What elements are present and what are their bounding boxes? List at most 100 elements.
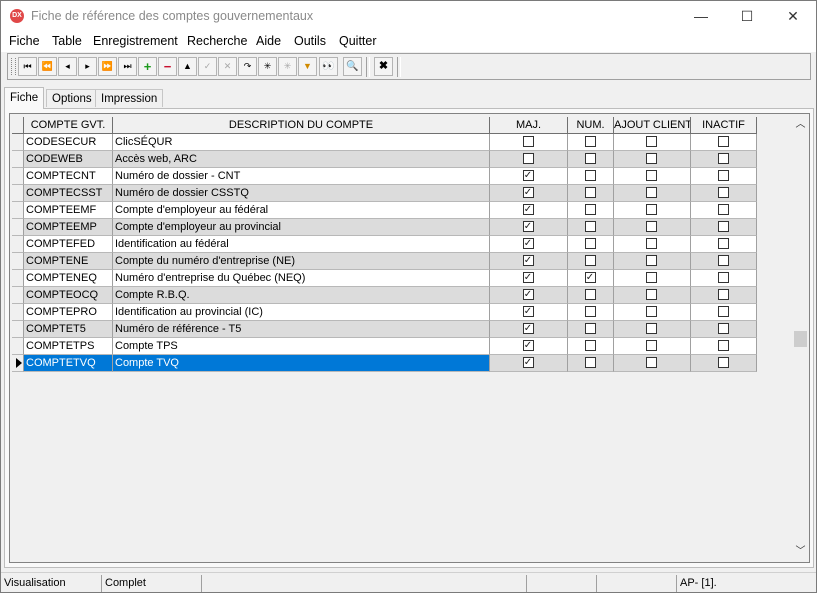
minimize-button[interactable]: — xyxy=(678,1,724,32)
inactif-checkbox[interactable] xyxy=(717,170,729,181)
last-record-icon[interactable]: ⏭ xyxy=(118,57,137,76)
search-icon[interactable]: 🔍 xyxy=(343,57,362,76)
scroll-thumb[interactable] xyxy=(794,331,807,347)
inactif-checkbox[interactable] xyxy=(717,272,729,283)
row-indicator[interactable] xyxy=(12,134,24,151)
cell-compte[interactable]: COMPTENEQ xyxy=(24,270,113,287)
num-checkbox[interactable] xyxy=(584,204,596,215)
num-checkbox[interactable] xyxy=(584,170,596,181)
row-indicator[interactable] xyxy=(12,253,24,270)
cell-compte[interactable]: COMPTEPRO xyxy=(24,304,113,321)
ajout-client-checkbox[interactable] xyxy=(646,323,657,334)
cell-compte[interactable]: COMPTECNT xyxy=(24,168,113,185)
num-checkbox[interactable] xyxy=(584,136,596,147)
num-checkbox[interactable] xyxy=(584,323,596,334)
num-checkbox[interactable]: ✓ xyxy=(584,272,596,283)
cell-description[interactable]: Numéro de dossier - CNT xyxy=(113,168,490,185)
cell-description[interactable]: Accès web, ARC xyxy=(113,151,490,168)
cell-compte[interactable]: COMPTENE xyxy=(24,253,113,270)
cell-compte[interactable]: COMPTETVQ xyxy=(24,355,113,372)
maj-checkbox[interactable]: ✓ xyxy=(522,221,534,232)
num-checkbox[interactable] xyxy=(584,306,596,317)
col-inactif[interactable]: INACTIF xyxy=(691,117,757,134)
inactif-checkbox[interactable] xyxy=(717,306,729,317)
inactif-checkbox[interactable] xyxy=(717,289,729,300)
row-indicator[interactable] xyxy=(12,151,24,168)
cell-compte[interactable]: COMPTEEMP xyxy=(24,219,113,236)
row-indicator[interactable] xyxy=(12,338,24,355)
num-checkbox[interactable] xyxy=(584,255,596,266)
refresh-icon[interactable]: ↷ xyxy=(238,57,257,76)
cell-description[interactable]: Compte TPS xyxy=(113,338,490,355)
cell-description[interactable]: Numéro de référence - T5 xyxy=(113,321,490,338)
tab-fiche[interactable]: Fiche xyxy=(4,87,45,109)
ajout-client-checkbox[interactable] xyxy=(646,136,657,147)
cell-compte[interactable]: COMPTETPS xyxy=(24,338,113,355)
cell-description[interactable]: Identification au provincial (IC) xyxy=(113,304,490,321)
inactif-checkbox[interactable] xyxy=(717,153,729,164)
num-checkbox[interactable] xyxy=(584,221,596,232)
ajout-client-checkbox[interactable] xyxy=(646,187,657,198)
cell-compte[interactable]: COMPTEFED xyxy=(24,236,113,253)
row-indicator[interactable] xyxy=(12,219,24,236)
cell-description[interactable]: ClicSÉQUR xyxy=(113,134,490,151)
col-description[interactable]: DESCRIPTION DU COMPTE xyxy=(113,117,490,134)
num-checkbox[interactable] xyxy=(584,153,596,164)
ajout-client-checkbox[interactable] xyxy=(646,340,657,351)
maj-checkbox[interactable] xyxy=(522,153,534,164)
ajout-client-checkbox[interactable] xyxy=(646,153,657,164)
scroll-up-icon[interactable]: ︿ xyxy=(792,116,809,133)
row-indicator[interactable] xyxy=(12,304,24,321)
maj-checkbox[interactable]: ✓ xyxy=(522,323,534,334)
filter-icon[interactable]: ▼ xyxy=(298,57,317,76)
next-page-icon[interactable]: ⏩ xyxy=(98,57,117,76)
row-indicator[interactable] xyxy=(12,321,24,338)
inactif-checkbox[interactable] xyxy=(717,204,729,215)
previous-record-icon[interactable]: ◂ xyxy=(58,57,77,76)
inactif-checkbox[interactable] xyxy=(717,136,729,147)
tab-impression[interactable]: Impression xyxy=(95,89,164,107)
menu-enregistrement[interactable]: Enregistrement xyxy=(93,34,178,48)
vertical-scrollbar[interactable]: ︿ ﹀ xyxy=(792,114,809,562)
row-indicator[interactable] xyxy=(12,355,24,372)
add-record-icon[interactable]: + xyxy=(138,57,157,76)
close-window-button[interactable]: ✕ xyxy=(770,1,816,32)
ajout-client-checkbox[interactable] xyxy=(646,306,657,317)
tab-options[interactable]: Options xyxy=(46,89,98,107)
ajout-client-checkbox[interactable] xyxy=(646,221,657,232)
col-maj[interactable]: MAJ. xyxy=(490,117,568,134)
maj-checkbox[interactable]: ✓ xyxy=(522,187,534,198)
cell-description[interactable]: Compte d'employeur au provincial xyxy=(113,219,490,236)
col-ajout-client[interactable]: AJOUT CLIENT xyxy=(614,117,691,134)
menu-recherche[interactable]: Recherche xyxy=(187,34,247,48)
maj-checkbox[interactable]: ✓ xyxy=(522,340,534,351)
inactif-checkbox[interactable] xyxy=(717,255,729,266)
cell-description[interactable]: Numéro d'entreprise du Québec (NEQ) xyxy=(113,270,490,287)
inactif-checkbox[interactable] xyxy=(717,187,729,198)
maj-checkbox[interactable]: ✓ xyxy=(522,204,534,215)
inactif-checkbox[interactable] xyxy=(717,340,729,351)
cell-compte[interactable]: COMPTEEMF xyxy=(24,202,113,219)
maj-checkbox[interactable]: ✓ xyxy=(522,170,534,181)
cell-compte[interactable]: COMPTECSST xyxy=(24,185,113,202)
scroll-down-icon[interactable]: ﹀ xyxy=(792,543,809,560)
binoculars-icon[interactable]: 👀 xyxy=(319,57,338,76)
cell-compte[interactable]: CODESECUR xyxy=(24,134,113,151)
previous-page-icon[interactable]: ⏪ xyxy=(38,57,57,76)
menu-quitter[interactable]: Quitter xyxy=(339,34,377,48)
confirm-icon[interactable]: ✓ xyxy=(198,57,217,76)
maj-checkbox[interactable]: ✓ xyxy=(522,238,534,249)
row-indicator[interactable] xyxy=(12,185,24,202)
toolbar-grip[interactable] xyxy=(11,58,16,75)
cell-description[interactable]: Compte TVQ xyxy=(113,355,490,372)
menu-aide[interactable]: Aide xyxy=(256,34,281,48)
maximize-button[interactable]: ☐ xyxy=(724,1,770,32)
ajout-client-checkbox[interactable] xyxy=(646,238,657,249)
filter-all-icon[interactable]: ✳ xyxy=(258,57,277,76)
col-compte-gvt[interactable]: COMPTE GVT. xyxy=(24,117,113,134)
menu-fiche[interactable]: Fiche xyxy=(9,34,40,48)
cell-description[interactable]: Compte du numéro d'entreprise (NE) xyxy=(113,253,490,270)
row-indicator[interactable] xyxy=(12,270,24,287)
cell-description[interactable]: Compte d'employeur au fédéral xyxy=(113,202,490,219)
num-checkbox[interactable] xyxy=(584,187,596,198)
